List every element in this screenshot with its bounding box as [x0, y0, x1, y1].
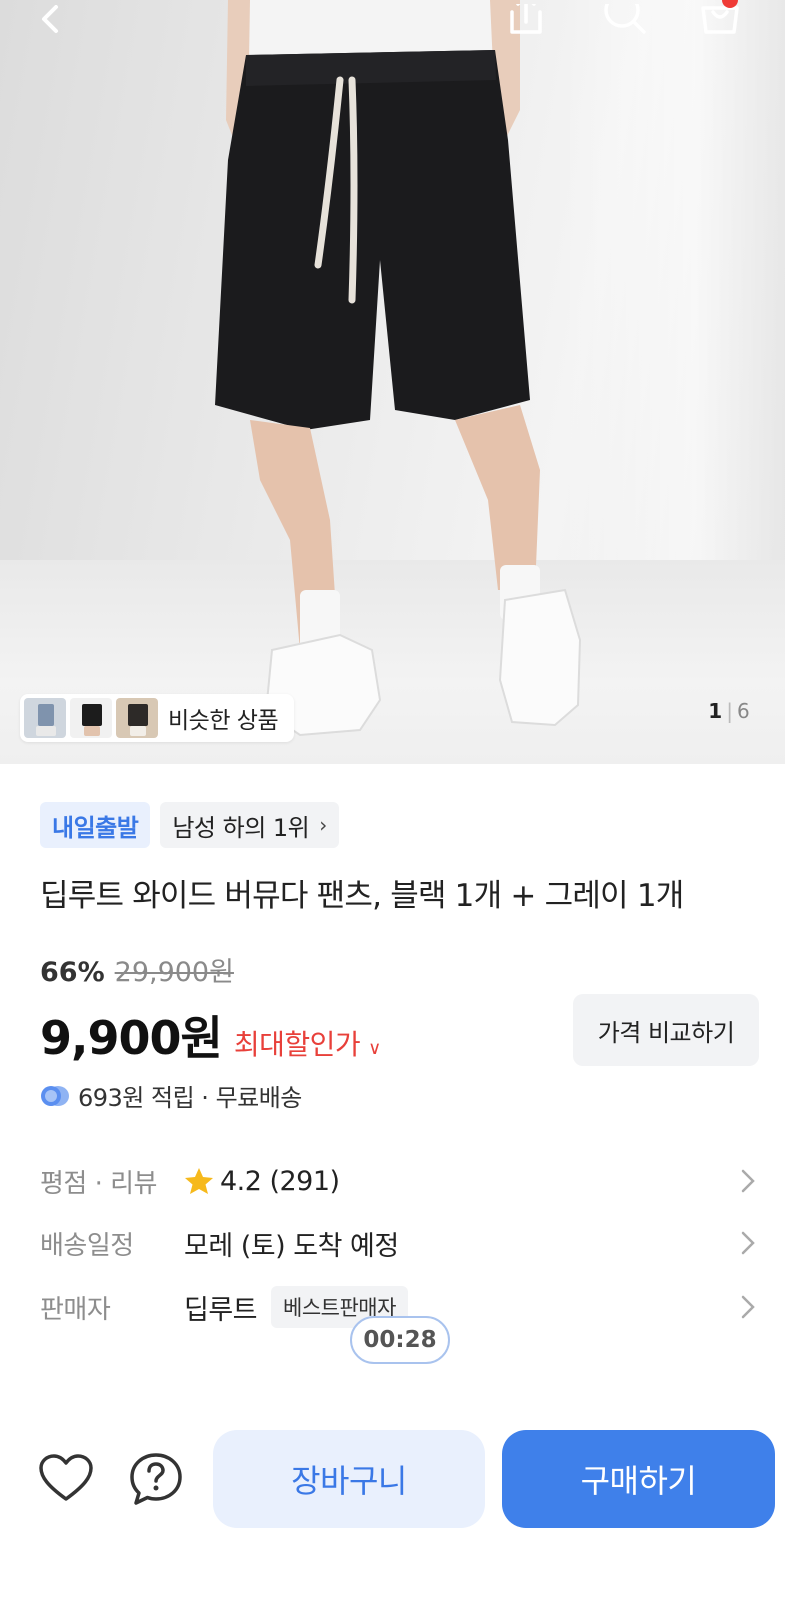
search-icon	[604, 4, 646, 34]
product-badges: 내일출발 남성 하의 1위 ›	[40, 802, 339, 848]
similar-thumbnail	[70, 698, 112, 738]
cart-icon	[701, 6, 739, 34]
back-button[interactable]	[22, 0, 78, 40]
price-row: 9,900원 최대할인가 ∨	[40, 1002, 381, 1068]
image-total: 6	[736, 699, 750, 723]
seller-label: 판매자	[40, 1294, 111, 1325]
chevron-right-icon	[741, 1295, 755, 1319]
back-arrow-icon	[42, 5, 58, 33]
countdown-timer: 00:28	[350, 1316, 450, 1364]
max-discount-toggle[interactable]: 최대할인가 ∨	[234, 1023, 381, 1063]
search-button[interactable]	[595, 0, 651, 40]
buy-now-button[interactable]: 구매하기	[502, 1430, 775, 1528]
cart-button[interactable]	[692, 0, 748, 40]
rating-review-row[interactable]: 평점 · 리뷰 4.2 (291)	[40, 1156, 760, 1206]
wishlist-button[interactable]	[38, 1452, 94, 1504]
reward-coin-icon	[41, 1085, 69, 1106]
sale-price: 9,900원	[40, 1011, 223, 1065]
chevron-right-icon	[741, 1231, 755, 1255]
heart-icon	[39, 1454, 93, 1501]
chevron-right-icon: ›	[319, 813, 327, 837]
share-icon	[510, 4, 542, 34]
similar-thumbnail	[24, 698, 66, 738]
add-to-cart-button[interactable]: 장바구니	[213, 1430, 485, 1528]
delivery-value: 모레 (토) 도착 예정	[184, 1230, 399, 1262]
similar-products-button[interactable]: 비슷한 상품	[20, 694, 294, 742]
chevron-right-icon	[741, 1169, 755, 1193]
discount-row: 66% 29,900원	[40, 950, 234, 989]
ranking-badge[interactable]: 남성 하의 1위 ›	[160, 802, 339, 848]
discount-rate: 66%	[40, 957, 105, 988]
product-photo-figure	[215, 0, 582, 737]
price-compare-button[interactable]: 가격 비교하기	[573, 994, 759, 1066]
seller-name: 딥루트	[184, 1294, 258, 1326]
delivery-label: 배송일정	[40, 1230, 134, 1261]
similar-thumbnail	[116, 698, 158, 738]
reward-row: 693원 적립 · 무료배송	[40, 1078, 302, 1113]
delivery-badge: 내일출발	[40, 802, 151, 848]
ranking-badge-label: 남성 하의 1위	[172, 813, 310, 842]
product-image[interactable]: 비슷한 상품 1 | 6	[0, 0, 785, 764]
review-count: (291)	[269, 1165, 340, 1197]
share-button[interactable]	[498, 0, 554, 40]
similar-products-label: 비슷한 상품	[168, 708, 279, 734]
product-title: 딥루트 와이드 버뮤다 팬츠, 블랙 1개 + 그레이 1개	[40, 878, 684, 914]
image-counter: 1 | 6	[692, 692, 766, 730]
rating-value: 4.2	[220, 1165, 262, 1197]
delivery-schedule-row[interactable]: 배송일정 모레 (토) 도착 예정	[40, 1218, 760, 1268]
chevron-down-icon: ∨	[368, 1038, 381, 1059]
rating-label: 평점 · 리뷰	[40, 1168, 157, 1199]
question-icon	[130, 1453, 182, 1505]
original-price: 29,900원	[114, 957, 234, 988]
reward-text: 693원 적립 · 무료배송	[78, 1084, 302, 1112]
inquiry-button[interactable]	[128, 1451, 184, 1507]
image-index: 1	[708, 699, 723, 723]
max-discount-label: 최대할인가	[233, 1028, 361, 1061]
image-counter-separator: |	[726, 699, 733, 723]
star-icon	[185, 1168, 213, 1194]
